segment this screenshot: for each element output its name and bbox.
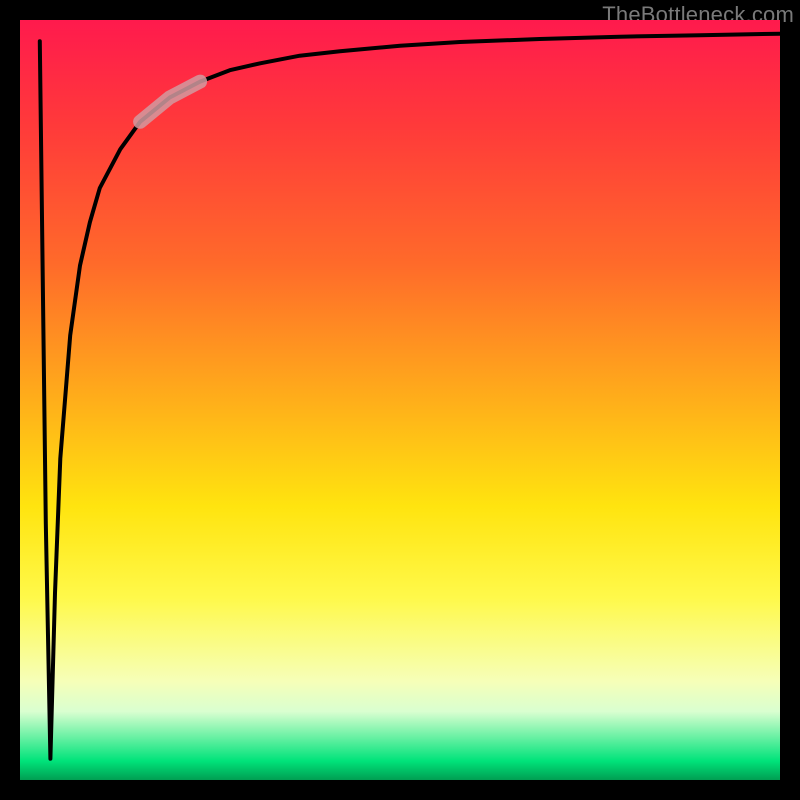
highlight-segment	[140, 82, 200, 122]
curve-layer	[20, 20, 780, 780]
plot-area	[20, 20, 780, 780]
bottleneck-curve	[40, 34, 780, 759]
chart-frame: TheBottleneck.com	[0, 0, 800, 800]
